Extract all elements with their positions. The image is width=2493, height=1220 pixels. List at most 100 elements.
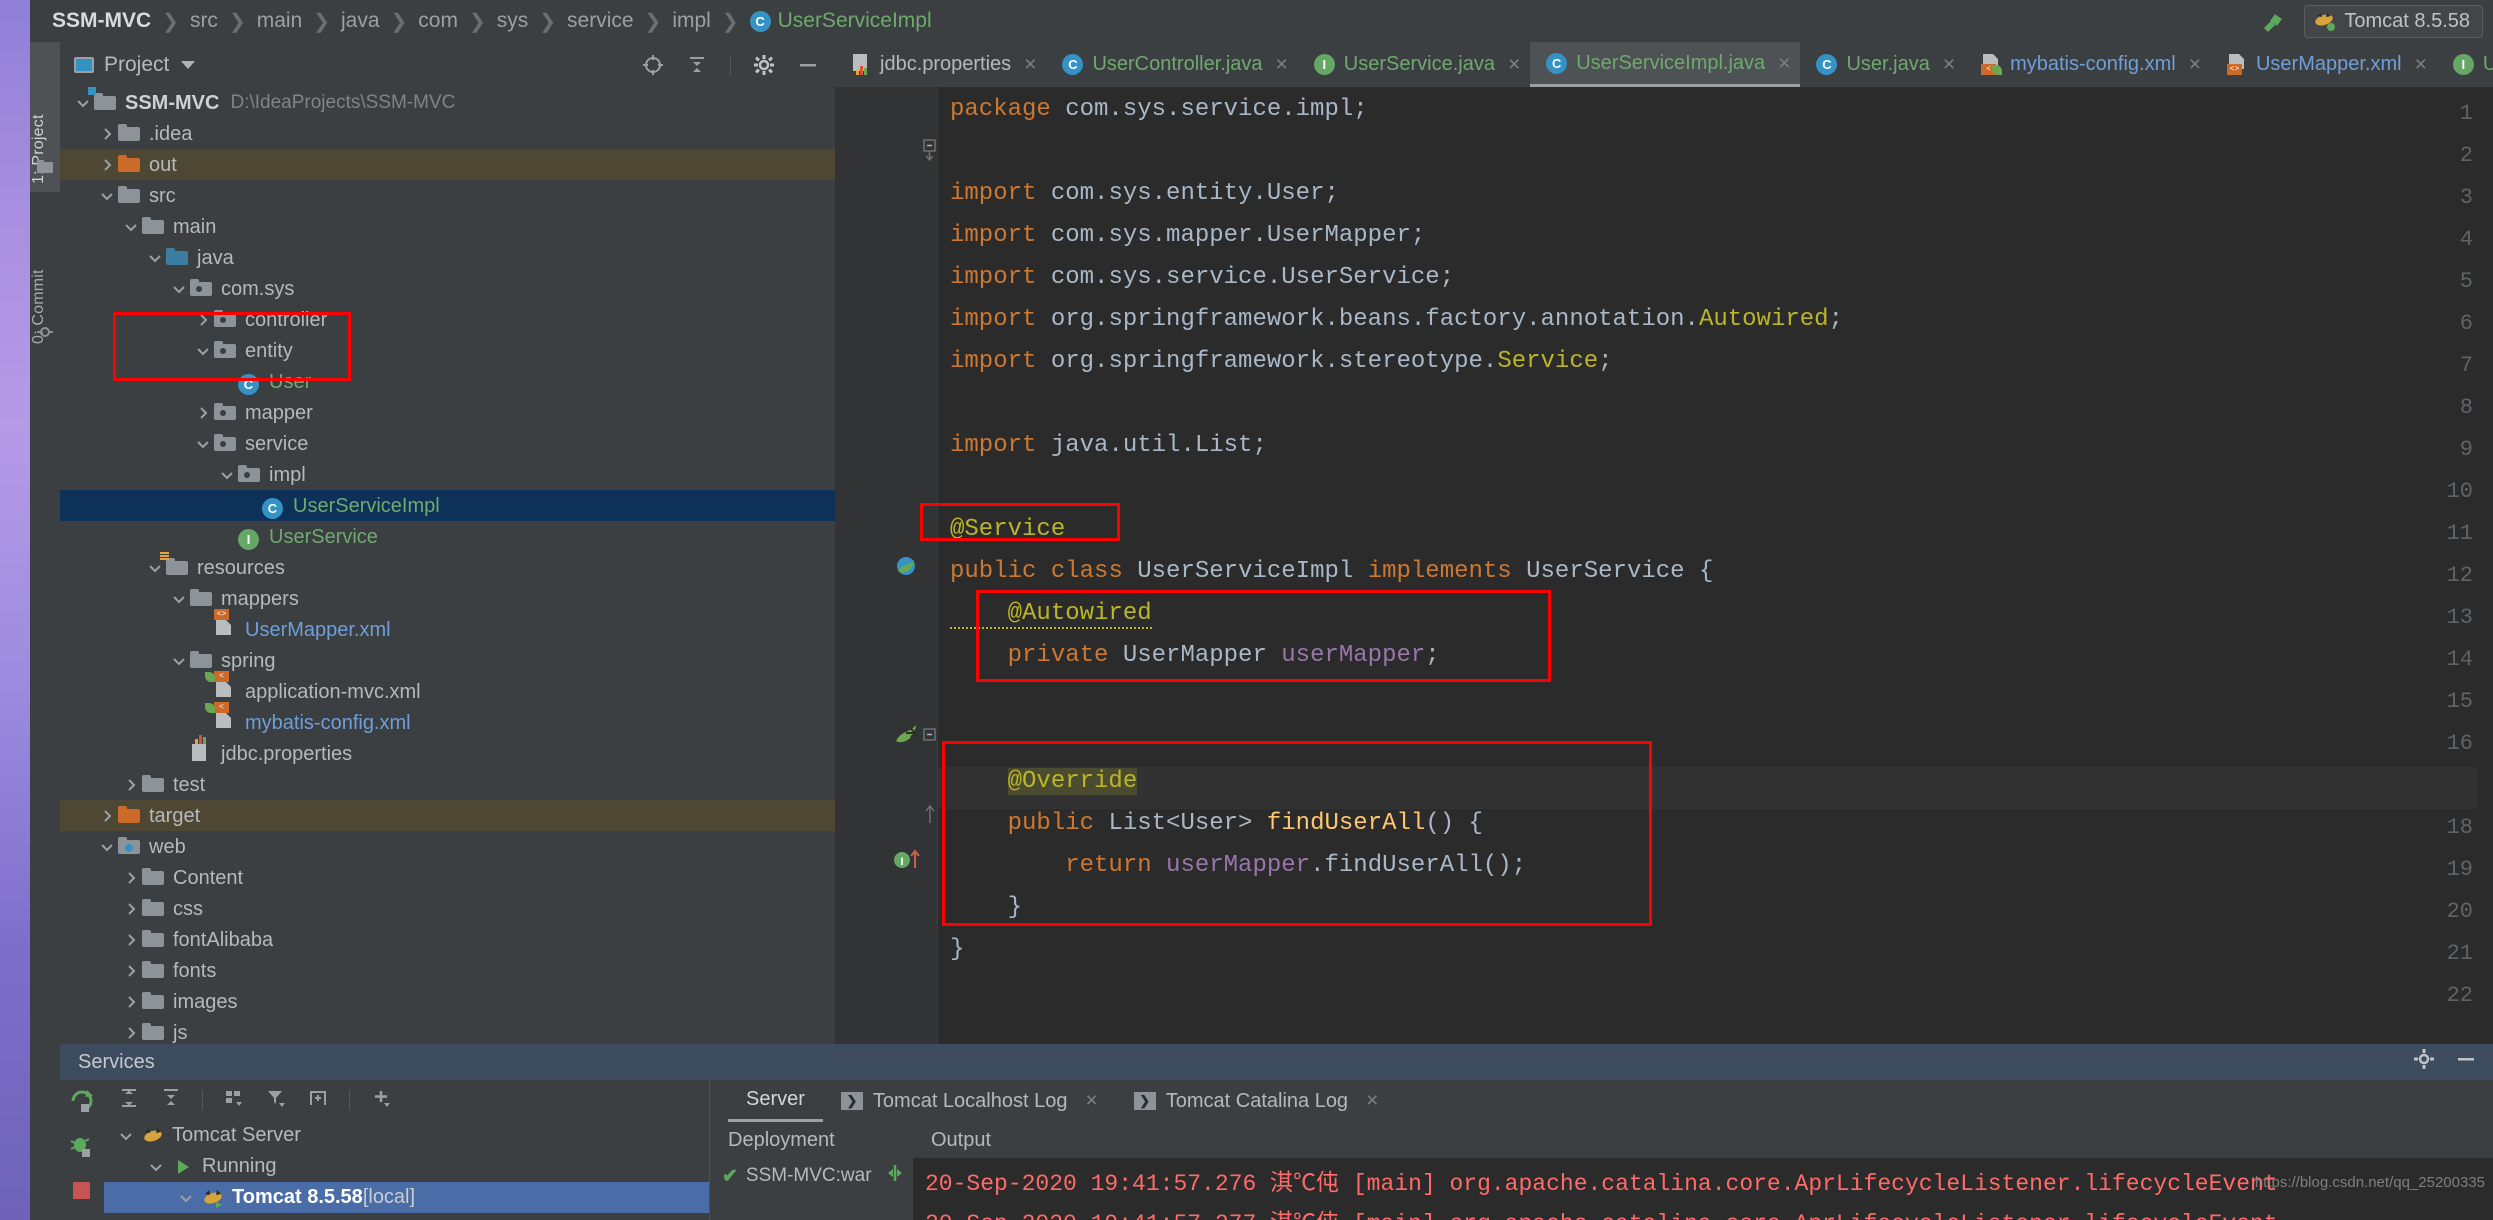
hide-panel-icon[interactable] [797, 54, 819, 76]
code-line[interactable]: } [938, 929, 964, 971]
code-line[interactable]: @Autowired [938, 593, 1152, 635]
services-tree-node-tomcat-8-5-58[interactable]: Tomcat 8.5.58 [local] [104, 1182, 709, 1213]
filter-icon[interactable] [265, 1087, 287, 1114]
services-tree[interactable]: Tomcat Server Running Tomcat 8.5.58 [local… [104, 1120, 709, 1213]
spring-bean-icon[interactable] [893, 553, 919, 579]
chevron-down-icon[interactable] [218, 466, 236, 484]
services-tree-node-tomcat-server[interactable]: Tomcat Server [104, 1120, 709, 1151]
add-frame-icon[interactable] [307, 1087, 329, 1114]
chevron-right-icon[interactable] [122, 1024, 140, 1042]
code-line[interactable]: import org.springframework.stereotype.Se… [938, 341, 1613, 383]
tree-node-images[interactable]: images [60, 986, 835, 1017]
breadcrumb-item-impl[interactable]: impl [672, 9, 711, 33]
tree-node-mapper[interactable]: mapper [60, 397, 835, 428]
code-line[interactable] [938, 971, 950, 1013]
tree-node--idea[interactable]: .idea [60, 118, 835, 149]
tree-node-impl[interactable]: impl [60, 459, 835, 490]
chevron-right-icon[interactable] [122, 776, 140, 794]
tree-node-userservice[interactable]: I UserService [60, 521, 835, 552]
chevron-right-icon[interactable] [194, 311, 212, 329]
tree-node-service[interactable]: service [60, 428, 835, 459]
code-line[interactable]: import java.util.List; [938, 425, 1267, 467]
chevron-down-icon[interactable] [146, 559, 164, 577]
debug-icon[interactable] [69, 1133, 95, 1164]
tree-node-com-sys[interactable]: com.sys [60, 273, 835, 304]
chevron-right-icon[interactable] [122, 931, 140, 949]
tree-node-mappers[interactable]: mappers [60, 583, 835, 614]
tree-node-css[interactable]: css [60, 893, 835, 924]
chevron-down-icon[interactable] [178, 1190, 194, 1206]
chevron-down-icon[interactable] [148, 1159, 164, 1175]
editor-tab-usermapper[interactable]: I UserMapper [2437, 42, 2493, 87]
services-tab-tomcat-localhost-log[interactable]: ❯ Tomcat Localhost Log × [823, 1080, 1116, 1122]
chevron-down-icon[interactable] [170, 280, 188, 298]
breadcrumb-item-sys[interactable]: sys [497, 9, 529, 33]
tree-node-content[interactable]: Content [60, 862, 835, 893]
code-line[interactable]: } [938, 887, 1022, 929]
code-line[interactable]: return userMapper.findUserAll(); [938, 845, 1526, 887]
breadcrumb-item-service[interactable]: service [567, 9, 634, 33]
collapse-all-icon[interactable] [160, 1087, 182, 1114]
code-line[interactable]: import com.sys.service.UserService; [938, 257, 1454, 299]
close-icon[interactable]: × [1366, 1089, 1378, 1113]
add-icon[interactable] [370, 1087, 392, 1114]
group-by-icon[interactable] [223, 1087, 245, 1114]
deploy-arrow-icon[interactable] [884, 1162, 906, 1190]
editor-tab-userserviceimpl-java[interactable]: C UserServiceImpl.java × [1530, 42, 1801, 87]
editor-tab-userservice-java[interactable]: I UserService.java × [1298, 42, 1530, 87]
tree-node-main[interactable]: main [60, 211, 835, 242]
locate-icon[interactable] [642, 54, 664, 76]
editor-tab-jdbc-properties[interactable]: jdbc.properties × [835, 42, 1046, 87]
editor-scrollbar[interactable] [2477, 87, 2493, 1044]
settings-gear-icon[interactable] [753, 54, 775, 76]
tree-node-usermapper-xml[interactable]: <> UserMapper.xml [60, 608, 835, 645]
fold-marker-method-end[interactable] [923, 804, 937, 830]
chevron-right-icon[interactable] [122, 993, 140, 1011]
chevron-right-icon[interactable] [194, 404, 212, 422]
tree-node-entity[interactable]: entity [60, 335, 835, 366]
services-tab-server[interactable]: Server [728, 1080, 823, 1122]
breadcrumb[interactable]: SSM-MVC ❯ src ❯ main ❯ java ❯ com ❯ sys ❯ service ❯ im… [52, 9, 932, 34]
chevron-down-icon[interactable] [194, 435, 212, 453]
editor-tab-usercontroller-java[interactable]: C UserController.java × [1046, 42, 1297, 87]
tree-node-userserviceimpl[interactable]: C UserServiceImpl [60, 490, 835, 521]
breadcrumb-item-com[interactable]: com [418, 9, 458, 33]
tree-node-jdbc-properties[interactable]: jdbc.properties [60, 734, 835, 769]
code-line[interactable] [938, 383, 950, 425]
stop-icon[interactable] [69, 1178, 95, 1209]
tree-node-resources[interactable]: resources [60, 551, 835, 583]
code-text[interactable]: package com.sys.service.impl; import com.… [937, 87, 2493, 1044]
editor-gutter[interactable] [835, 87, 937, 1044]
close-icon[interactable]: × [1508, 54, 1520, 75]
chevron-down-icon[interactable] [98, 838, 116, 856]
chevron-down-icon[interactable] [98, 187, 116, 205]
close-icon[interactable]: × [2415, 54, 2427, 75]
code-line[interactable]: private UserMapper userMapper; [938, 635, 1440, 677]
chevron-down-icon[interactable] [181, 60, 196, 69]
breadcrumb-item-ssm-mvc[interactable]: SSM-MVC [52, 9, 151, 33]
chevron-right-icon[interactable] [122, 962, 140, 980]
implements-method-icon[interactable]: I [893, 847, 920, 873]
editor-tab-bar[interactable]: jdbc.properties × C UserController.java × I Us… [835, 42, 2493, 87]
settings-gear-icon[interactable] [2413, 1048, 2435, 1076]
hide-panel-icon[interactable] [2455, 1048, 2477, 1076]
services-tree-node-running[interactable]: Running [104, 1151, 709, 1182]
tree-node-fontalibaba[interactable]: fontAlibaba [60, 924, 835, 955]
code-line[interactable]: public class UserServiceImpl implements … [938, 551, 1713, 593]
chevron-right-icon[interactable] [122, 900, 140, 918]
code-line[interactable]: import com.sys.mapper.UserMapper; [938, 215, 1425, 257]
breadcrumb-item-java[interactable]: java [341, 9, 380, 33]
tree-node-out[interactable]: out [60, 149, 835, 180]
tree-node-mybatis-config-xml[interactable]: < mybatis-config.xml [60, 701, 835, 738]
run-configuration-selector[interactable]: Tomcat 8.5.58 [2304, 4, 2483, 38]
tree-node-target[interactable]: target [60, 800, 835, 831]
code-line[interactable] [938, 467, 950, 509]
close-icon[interactable]: × [1778, 53, 1790, 74]
chevron-down-icon[interactable] [122, 218, 140, 236]
tree-node-js[interactable]: js [60, 1017, 835, 1044]
tree-node-controller[interactable]: controller [60, 304, 835, 335]
close-icon[interactable]: × [1276, 54, 1288, 75]
fold-marker-imports[interactable] [923, 139, 937, 166]
close-icon[interactable]: × [2189, 54, 2201, 75]
breadcrumb-item-main[interactable]: main [257, 9, 303, 33]
